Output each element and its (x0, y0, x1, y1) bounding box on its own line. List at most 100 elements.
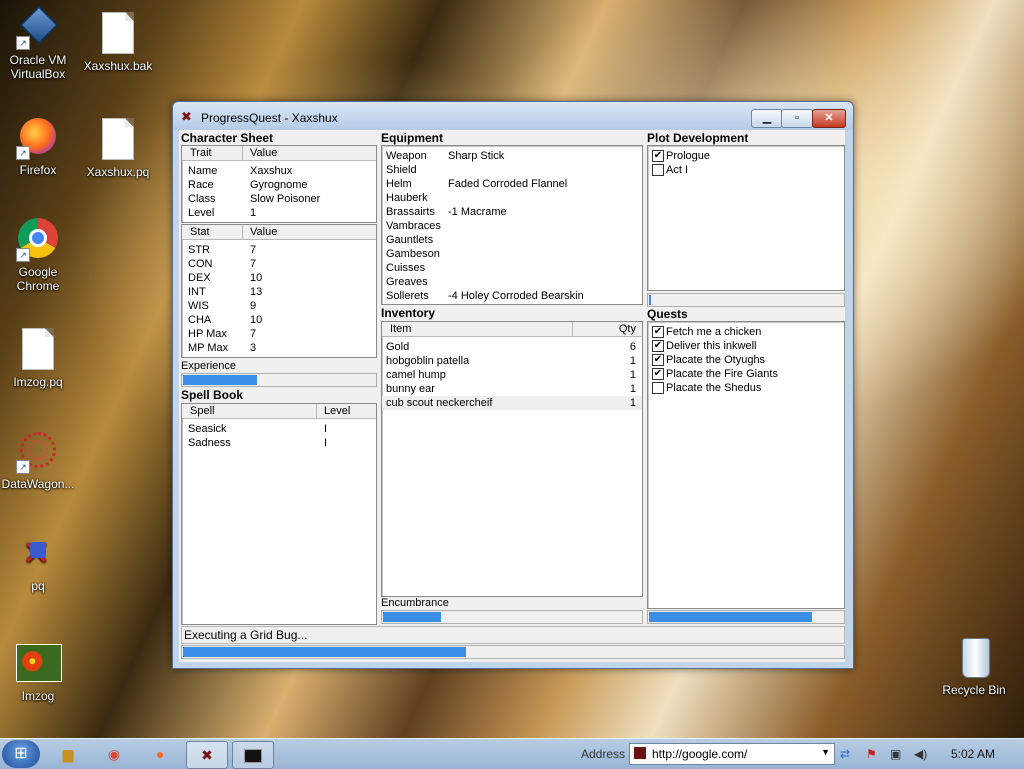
quest-item[interactable]: ✔ Placate the Otyughs (648, 353, 844, 367)
plot-development-title: Plot Development (647, 131, 749, 145)
desktop-icon-xaxshux-bak[interactable]: Xaxshux.bak (80, 10, 156, 73)
taskbar-firefox[interactable]: ● (140, 741, 180, 767)
quests-list[interactable]: ✔ Fetch me a chicken ✔ Deliver this inkw… (647, 321, 845, 609)
desktop-icon-label: Imzog.pq (13, 375, 63, 389)
datawagon-icon: ↗ (16, 430, 60, 474)
encumbrance-bar (381, 610, 643, 624)
taskbar-explorer[interactable]: ▆ (48, 741, 88, 767)
header-value: Value (250, 147, 278, 159)
stat-row: STR 7 (188, 244, 257, 256)
plot-item[interactable]: ✔ Prologue (648, 149, 844, 163)
encumbrance-bar-fill (383, 612, 441, 622)
desktop-icon-chrome[interactable]: ↗ Google Chrome (0, 218, 76, 293)
checkbox[interactable]: ✔ (652, 150, 664, 162)
inventory-row: hobgoblin patella 1 (386, 355, 636, 367)
desktop-icon-datawagon[interactable]: ↗ DataWagon... (0, 430, 76, 491)
taskbar-chrome[interactable]: ◉ (94, 741, 134, 767)
desktop-icon-label: Xaxshux.bak (83, 59, 153, 73)
action-center-icon[interactable]: ⚑ (866, 747, 877, 761)
address-input[interactable]: http://google.com/ ▼ (629, 743, 835, 765)
checkbox[interactable] (652, 382, 664, 394)
restore-icon: ▫ (795, 112, 799, 124)
flower-image-icon (16, 642, 62, 686)
inventory-row-selected[interactable]: cub scout neckercheif 1 (382, 396, 642, 410)
taskbar-cmd[interactable] (232, 741, 274, 769)
recycle-bin-icon (952, 636, 996, 680)
firefox-icon: ↗ (16, 116, 60, 160)
desktop-icon-xaxshux-pq[interactable]: Xaxshux.pq (80, 116, 156, 179)
address-value: http://google.com/ (652, 747, 748, 761)
header-trait: Trait (190, 147, 212, 159)
folder-icon: ▆ (62, 746, 74, 762)
close-button[interactable]: ✕ (812, 109, 846, 128)
traits-list[interactable]: Trait Value Name Xaxshux Race Gyrognome Cl… (181, 145, 377, 223)
minimize-icon: ▁ (762, 112, 772, 124)
plot-item[interactable]: Act I (648, 163, 844, 177)
inventory-row: bunny ear 1 (386, 383, 636, 395)
checkbox[interactable]: ✔ (652, 340, 664, 352)
equipment-row: Shield (386, 164, 417, 176)
equipment-row: Helm Faded Corroded Flannel (386, 178, 568, 190)
quest-item[interactable]: Placate the Shedus (648, 381, 844, 395)
clock[interactable]: 5:02 AM (951, 747, 995, 761)
quest-progress-fill (649, 612, 812, 622)
stat-row: CHA 10 (188, 314, 263, 326)
trait-row: Name Xaxshux (188, 165, 293, 177)
equipment-row: Weapon Sharp Stick (386, 150, 505, 162)
status-panel: Executing a Grid Bug... (181, 626, 845, 644)
header-value: Value (250, 226, 278, 238)
chevron-down-icon[interactable]: ▼ (821, 747, 830, 757)
plot-progress-bar (647, 293, 845, 307)
checkbox[interactable]: ✔ (652, 368, 664, 380)
checkbox[interactable] (652, 164, 664, 176)
stats-list[interactable]: Stat Value STR 7 CON 7 DEX 10 INT 13 WIS 9 CH… (181, 224, 377, 358)
desktop-icon-imzog-pq[interactable]: Imzog.pq (0, 326, 76, 389)
spell-row: Sadness I (188, 437, 328, 449)
stats-header: Stat Value (182, 225, 376, 240)
start-button[interactable]: ⊞ (2, 740, 40, 768)
desktop-icon-pq[interactable]: ✕ pq (0, 532, 76, 593)
header-qty: Qty (618, 323, 636, 335)
desktop-icon-recycle-bin[interactable]: Recycle Bin (936, 636, 1012, 697)
equipment-row: Sollerets -4 Holey Corroded Bearskin (386, 290, 584, 302)
equipment-list[interactable]: Weapon Sharp Stick Shield Helm Faded Corro… (381, 145, 643, 305)
desktop-icon-firefox[interactable]: ↗ Firefox (0, 116, 76, 177)
trait-row: Class Slow Poisoner (188, 193, 321, 205)
quest-item[interactable]: ✔ Placate the Fire Giants (648, 367, 844, 381)
header-item: Item (390, 323, 412, 335)
desktop-icon-imzog[interactable]: Imzog (0, 642, 76, 703)
equipment-row: Hauberk (386, 192, 428, 204)
character-sheet-title: Character Sheet (181, 131, 274, 145)
maximize-button[interactable]: ▫ (781, 109, 813, 128)
taskbar-progressquest[interactable]: ✖ (186, 741, 228, 769)
quest-item[interactable]: ✔ Fetch me a chicken (648, 325, 844, 339)
equipment-row: Gambeson (386, 248, 440, 260)
virtualbox-icon: ↗ (16, 5, 60, 50)
status-text: Executing a Grid Bug... (184, 628, 308, 642)
go-icon[interactable]: ⇄ (840, 747, 850, 761)
desktop-icon-virtualbox[interactable]: ↗ Oracle VM VirtualBox (0, 5, 76, 81)
checkbox[interactable]: ✔ (652, 354, 664, 366)
window-client-area: Character Sheet Trait Value Name Xaxshux … (179, 130, 845, 662)
inventory-list[interactable]: Item Qty Gold 6 hobgoblin patella 1 camel … (381, 321, 643, 597)
minimize-button[interactable]: ▁ (751, 109, 783, 128)
volume-icon[interactable]: ◀) (914, 747, 927, 761)
inventory-header: Item Qty (382, 322, 642, 337)
trait-row: Level 1 (188, 207, 257, 219)
spell-book-list[interactable]: Spell Level Seasick I Sadness I (181, 403, 377, 625)
network-icon[interactable]: ▣ (890, 747, 901, 761)
spell-book-header: Spell Level (182, 404, 376, 419)
windows-logo-icon: ⊞ (14, 745, 28, 762)
plot-list[interactable]: ✔ Prologue Act I (647, 145, 845, 291)
quest-item[interactable]: ✔ Deliver this inkwell (648, 339, 844, 353)
header-stat: Stat (190, 226, 210, 238)
window-titlebar[interactable]: ✖ ProgressQuest - Xaxshux ▁ ▫ ✕ (173, 102, 853, 130)
quest-progress-bar (647, 610, 845, 624)
progressquest-icon: ✖ (201, 747, 213, 763)
checkbox[interactable]: ✔ (652, 326, 664, 338)
encumbrance-label: Encumbrance (381, 597, 449, 609)
equipment-title: Equipment (381, 131, 443, 145)
command-prompt-icon (244, 749, 262, 764)
stat-row: INT 13 (188, 286, 263, 298)
quests-title: Quests (647, 307, 688, 321)
